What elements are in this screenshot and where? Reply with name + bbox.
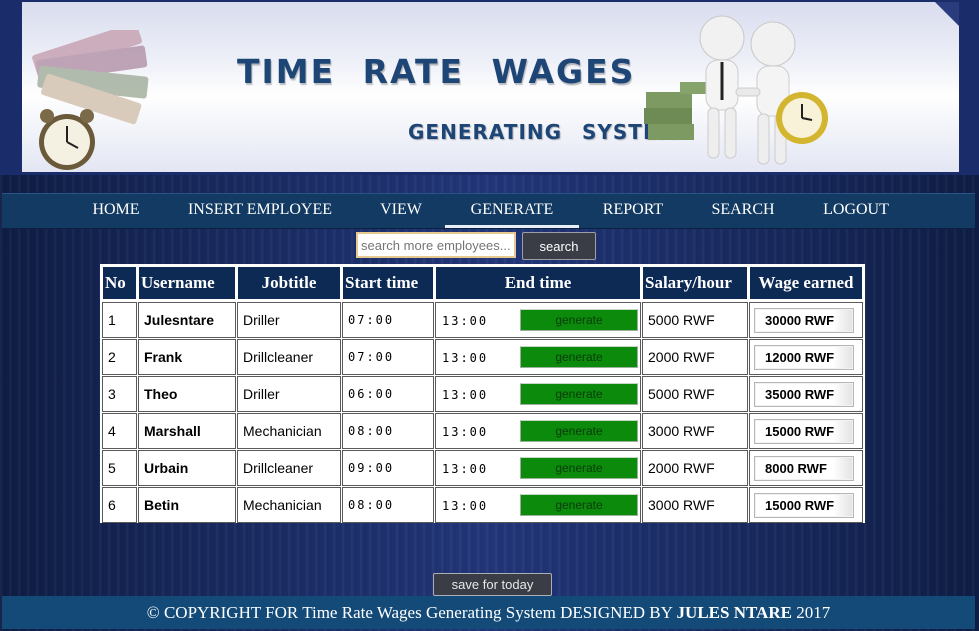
table-cell-jobtitle: Driller [237,376,341,412]
nav-report[interactable]: REPORT [600,194,666,228]
table-cell-username: Betin [138,487,236,523]
wage-earned-field: 35000 RWF [754,382,854,407]
nav-home[interactable]: HOME [90,194,142,228]
table-cell-wage: 8000 RWF [749,450,863,486]
table-cell-start: 07:00 [342,302,434,338]
footer-designed-by: DESIGNED BY [560,603,673,622]
table-cell-wage: 30000 RWF [749,302,863,338]
wage-earned-field: 12000 RWF [754,345,854,370]
column-header: Username [138,266,236,300]
nav-insert-employee[interactable]: INSERT EMPLOYEE [185,194,335,228]
generate-button[interactable]: generate [520,457,638,479]
table-cell-salary: 3000 RWF [642,487,748,523]
table-cell-username: Theo [138,376,236,412]
column-header: Wage earned [749,266,863,300]
header-banner: TIME RATE WAGES GENERATING SYSTEM [0,0,979,175]
table-cell-end: 13:00 generate [435,339,641,375]
table-cell-start: 08:00 [342,487,434,523]
save-for-today-button[interactable]: save for today [433,573,552,596]
table-cell-end: 13:00 generate [435,302,641,338]
table-cell-end: 13:00 generate [435,450,641,486]
table-cell-salary: 2000 RWF [642,450,748,486]
table-cell-no: 4 [102,413,137,449]
table-cell-jobtitle: Mechanician [237,487,341,523]
wage-earned-field: 15000 RWF [754,493,854,518]
end-time-value: 13:00 [442,499,489,513]
table-cell-username: Urbain [138,450,236,486]
banner-subtitle: GENERATING SYSTEM [408,120,679,144]
wage-earned-field: 30000 RWF [754,308,854,333]
table-cell-start: 09:00 [342,450,434,486]
wage-earned-field: 15000 RWF [754,419,854,444]
end-time-value: 13:00 [442,462,489,476]
table-cell-no: 1 [102,302,137,338]
table-cell-jobtitle: Drillcleaner [237,450,341,486]
table-cell-no: 2 [102,339,137,375]
footer-copyright: © COPYRIGHT FOR [146,603,299,622]
table-cell-end: 13:00 generate [435,487,641,523]
table-cell-start: 06:00 [342,376,434,412]
generate-button[interactable]: generate [520,346,638,368]
table-cell-salary: 2000 RWF [642,339,748,375]
column-header: Salary/hour [642,266,748,300]
table-cell-wage: 35000 RWF [749,376,863,412]
footer: © COPYRIGHT FOR Time Rate Wages Generati… [2,596,975,629]
nav-logout[interactable]: LOGOUT [820,194,892,228]
table-cell-no: 6 [102,487,137,523]
table-cell-wage: 15000 RWF [749,487,863,523]
table-cell-no: 5 [102,450,137,486]
column-header: End time [435,266,641,300]
main-nav: HOME INSERT EMPLOYEE VIEW GENERATE REPOR… [2,193,975,229]
end-time-value: 13:00 [442,388,489,402]
table-cell-end: 13:00 generate [435,376,641,412]
generate-button[interactable]: generate [520,309,638,331]
nav-generate[interactable]: GENERATE [445,194,579,228]
generate-button[interactable]: generate [520,420,638,442]
table-cell-username: Frank [138,339,236,375]
column-header: No [102,266,137,300]
wage-earned-field: 8000 RWF [754,456,854,481]
end-time-value: 13:00 [442,425,489,439]
table-cell-wage: 12000 RWF [749,339,863,375]
employee-wage-table: No Username Jobtitle Start time End time Sala… [100,264,865,523]
table-cell-jobtitle: Drillcleaner [237,339,341,375]
table-cell-username: Marshall [138,413,236,449]
table-cell-start: 07:00 [342,339,434,375]
end-time-value: 13:00 [442,314,489,328]
table-cell-salary: 5000 RWF [642,376,748,412]
table-cell-username: Julesntare [138,302,236,338]
nav-search[interactable]: SEARCH [710,194,776,228]
table-cell-salary: 3000 RWF [642,413,748,449]
table-cell-jobtitle: Driller [237,302,341,338]
handshake-illustration [644,15,828,165]
footer-system-name: Time Rate Wages Generating System [302,603,556,622]
column-header: Start time [342,266,434,300]
table-cell-no: 3 [102,376,137,412]
footer-author: JULES NTARE [676,603,792,622]
table-cell-end: 13:00 generate [435,413,641,449]
generate-button[interactable]: generate [520,494,638,516]
generate-button[interactable]: generate [520,383,638,405]
table-cell-wage: 15000 RWF [749,413,863,449]
search-input[interactable] [356,232,516,258]
table-cell-salary: 5000 RWF [642,302,748,338]
search-button[interactable]: search [522,232,596,260]
nav-view[interactable]: VIEW [378,194,424,228]
footer-year: 2017 [796,603,831,622]
column-header: Jobtitle [237,266,341,300]
banner-title: TIME RATE WAGES [237,52,636,91]
end-time-value: 13:00 [442,351,489,365]
table-cell-jobtitle: Mechanician [237,413,341,449]
table-cell-start: 08:00 [342,413,434,449]
money-clock-illustration [32,30,149,170]
